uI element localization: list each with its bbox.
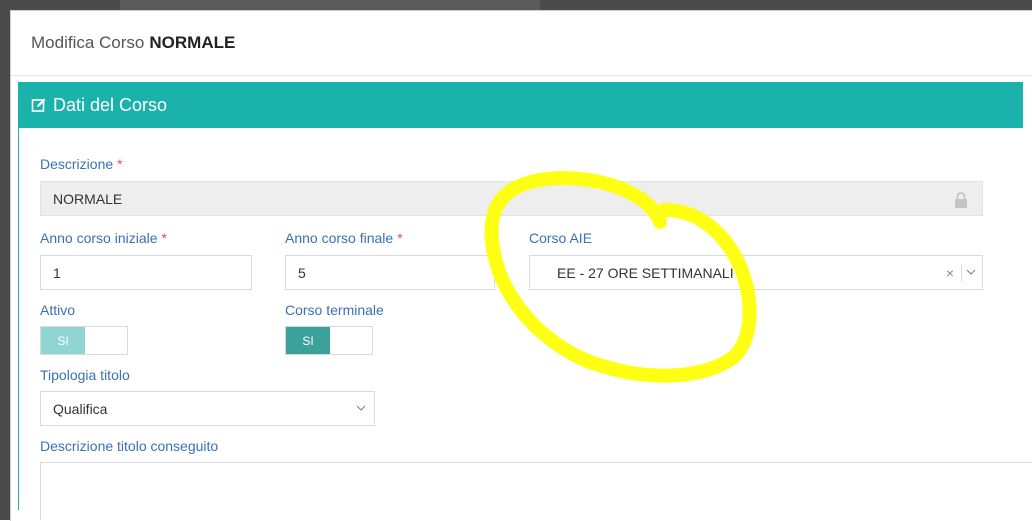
anno-finale-label: Anno corso finale *: [285, 230, 403, 246]
anno-finale-input[interactable]: 5: [285, 255, 495, 290]
descrizione-titolo-label: Descrizione titolo conseguito: [40, 438, 219, 454]
descrizione-label: Descrizione *: [40, 156, 123, 172]
corso-aie-select[interactable]: EE - 27 ORE SETTIMANALI ×: [529, 255, 983, 290]
anno-iniziale-label: Anno corso iniziale *: [40, 230, 167, 246]
modal-title-prefix: Modifica Corso: [31, 33, 145, 52]
corso-aie-value: EE - 27 ORE SETTIMANALI: [557, 264, 734, 281]
attivo-label: Attivo: [40, 302, 76, 318]
tipologia-titolo-select[interactable]: Qualifica: [40, 391, 375, 426]
chevron-down-icon[interactable]: [966, 268, 976, 276]
corso-terminale-toggle[interactable]: SI: [285, 326, 373, 355]
clear-icon[interactable]: ×: [946, 265, 954, 281]
tipologia-titolo-label: Tipologia titolo: [40, 367, 130, 383]
attivo-toggle[interactable]: SI: [40, 326, 128, 355]
attivo-toggle-on: SI: [41, 327, 85, 354]
corso-aie-label: Corso AIE: [529, 230, 593, 246]
panel-heading-text: Dati del Corso: [53, 94, 168, 115]
select-divider: [961, 264, 962, 282]
modal-title-name: NORMALE: [149, 33, 236, 52]
anno-iniziale-input[interactable]: 1: [40, 255, 252, 290]
corso-terminale-label: Corso terminale: [285, 302, 384, 318]
descrizione-value: NORMALE: [53, 190, 123, 207]
panel-heading: Dati del Corso: [19, 82, 1023, 128]
descrizione-field[interactable]: NORMALE: [40, 181, 983, 216]
descrizione-titolo-textarea[interactable]: [40, 462, 1032, 520]
modal-header: Modifica Corso NORMALE: [11, 11, 1032, 76]
corso-terminale-toggle-on: SI: [286, 327, 330, 354]
edit-icon: [31, 98, 46, 112]
lock-icon: [955, 192, 967, 208]
chevron-down-icon[interactable]: [356, 404, 366, 412]
